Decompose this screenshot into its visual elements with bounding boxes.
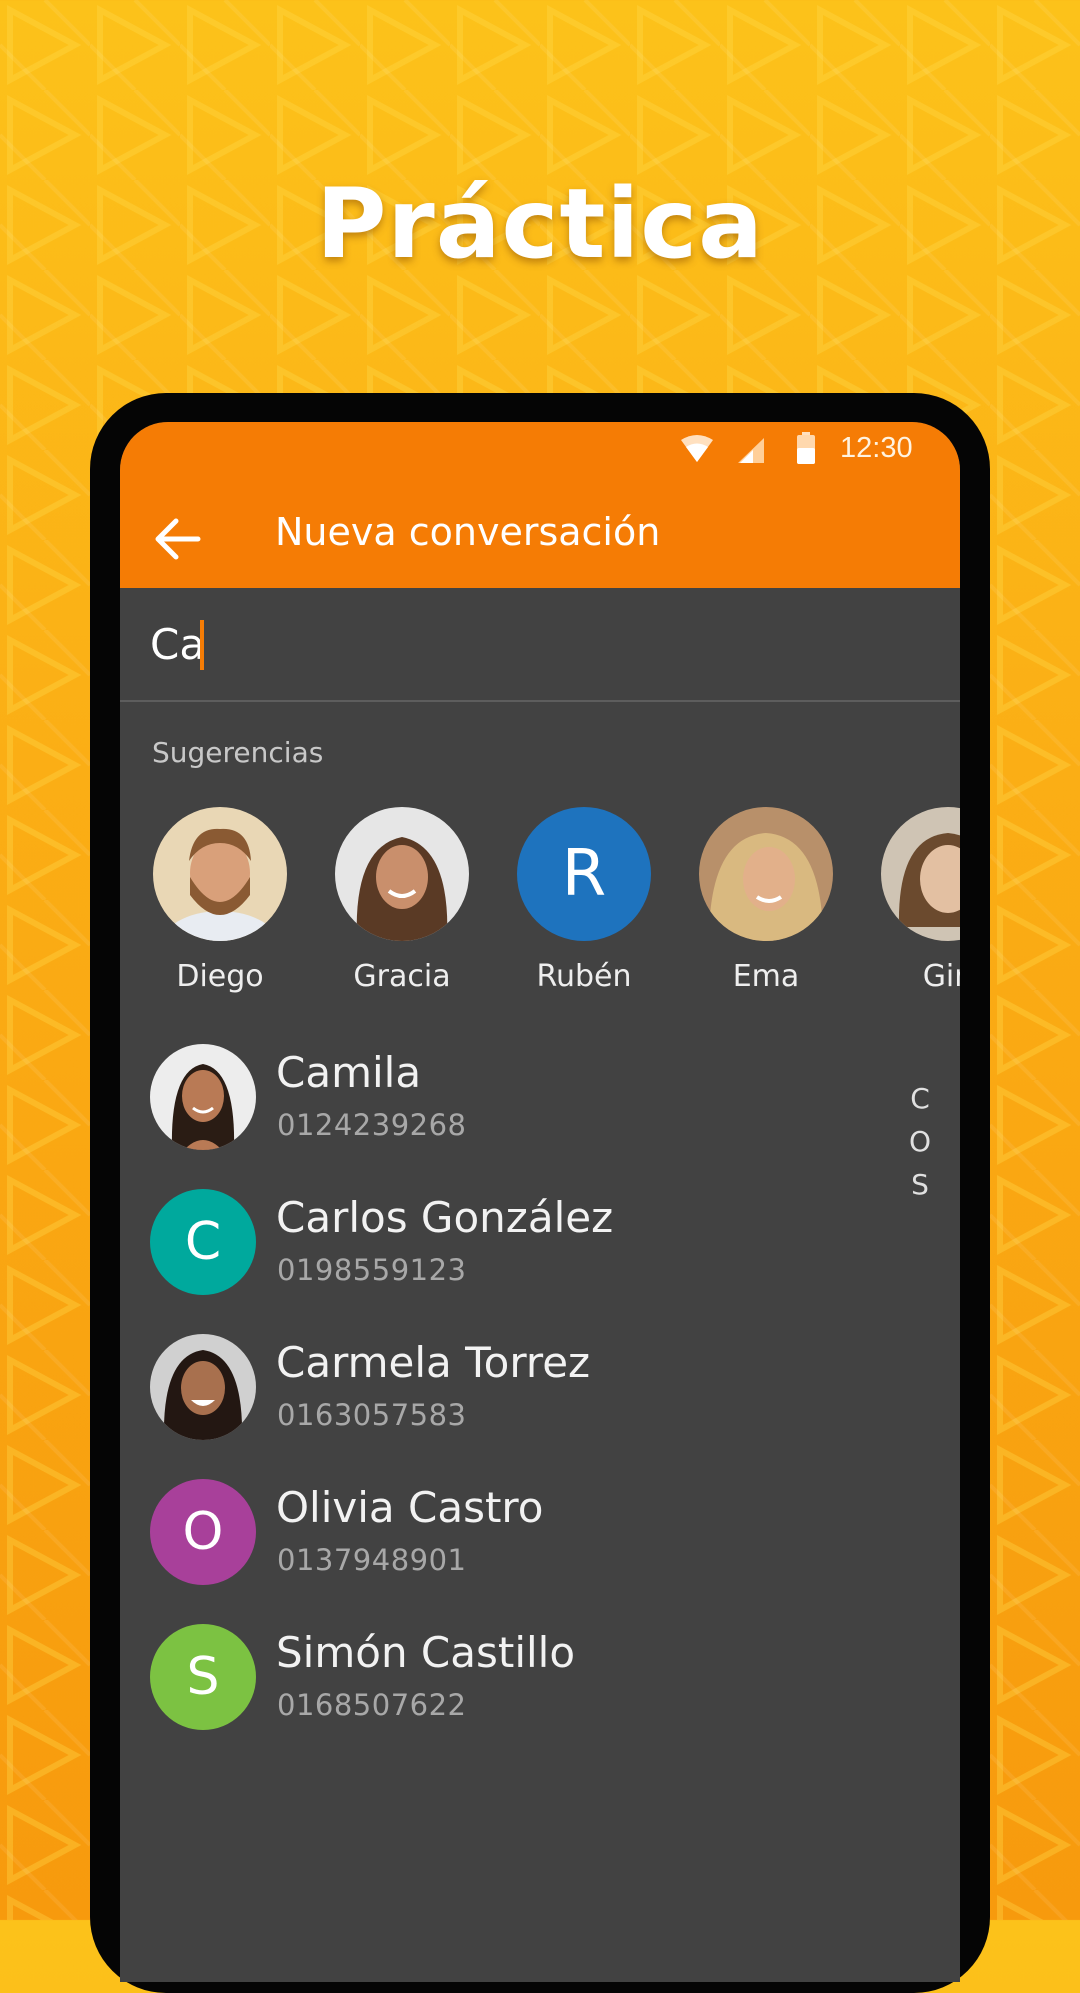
avatar: O (150, 1479, 256, 1585)
suggestion-name: Gin (922, 959, 960, 994)
suggestion-ruben[interactable]: R Rubén (514, 807, 654, 994)
avatar-initial: R (561, 837, 607, 911)
battery-icon (797, 432, 815, 464)
suggestion-name: Diego (176, 959, 264, 994)
avatar (881, 807, 960, 941)
index-letter-o[interactable]: O (905, 1120, 935, 1163)
page-title: Nueva conversación (275, 510, 661, 554)
contact-name: Carlos González (276, 1193, 614, 1242)
status-time: 12:30 (840, 432, 913, 464)
avatar (699, 807, 833, 941)
contact-phone: 0168507622 (277, 1688, 467, 1722)
avatar (153, 807, 287, 941)
contact-row-carlos[interactable]: C Carlos González 0198559123 (150, 1189, 850, 1299)
avatar: C (150, 1189, 256, 1295)
avatar (335, 807, 469, 941)
arrow-left-icon[interactable] (148, 512, 208, 566)
suggestion-name: Ema (732, 959, 800, 994)
contact-row-olivia[interactable]: O Olivia Castro 0137948901 (150, 1479, 850, 1589)
contact-row-carmela[interactable]: Carmela Torrez 0163057583 (150, 1334, 850, 1444)
contact-name: Camila (276, 1048, 422, 1097)
contact-name: Simón Castillo (276, 1628, 576, 1677)
contact-phone: 0198559123 (277, 1253, 467, 1287)
suggestion-gracia[interactable]: Gracia (332, 807, 472, 994)
alphabet-index[interactable]: C O S (905, 1077, 935, 1206)
suggestion-ema[interactable]: Ema (696, 807, 836, 994)
search-input[interactable]: Ca (120, 588, 960, 702)
suggestions-label: Sugerencias (152, 736, 324, 769)
avatar: R (517, 807, 651, 941)
contact-row-camila[interactable]: Camila 0124239268 (150, 1044, 850, 1154)
avatar (150, 1044, 256, 1150)
contact-phone: 0124239268 (277, 1108, 467, 1142)
suggestion-name: Rubén (536, 959, 632, 994)
signal-icon (738, 438, 764, 463)
contact-phone: 0163057583 (277, 1398, 467, 1432)
index-letter-s[interactable]: S (905, 1163, 935, 1206)
app-bar: 12:30 Nueva conversación (120, 422, 960, 588)
search-query[interactable]: Ca (150, 620, 205, 669)
avatar-initial: O (182, 1502, 224, 1562)
contact-phone: 0137948901 (277, 1543, 467, 1577)
text-caret (200, 620, 204, 670)
wifi-icon (681, 435, 713, 462)
suggestion-gin[interactable]: Gin (878, 807, 960, 994)
avatar (150, 1334, 256, 1440)
suggestion-name: Gracia (353, 959, 451, 994)
suggestion-diego[interactable]: Diego (150, 807, 290, 994)
avatar: S (150, 1624, 256, 1730)
contact-row-simon[interactable]: S Simón Castillo 0168507622 (150, 1624, 850, 1734)
headline: Práctica (316, 168, 764, 280)
contact-name: Carmela Torrez (276, 1338, 591, 1387)
contact-name: Olivia Castro (276, 1483, 544, 1532)
avatar-initial: S (186, 1647, 220, 1707)
avatar-initial: C (184, 1212, 222, 1272)
phone-screen: 12:30 Nueva conversación Ca Sugerencias … (120, 422, 960, 1982)
status-bar: 12:30 (120, 422, 960, 482)
index-letter-c[interactable]: C (905, 1077, 935, 1120)
